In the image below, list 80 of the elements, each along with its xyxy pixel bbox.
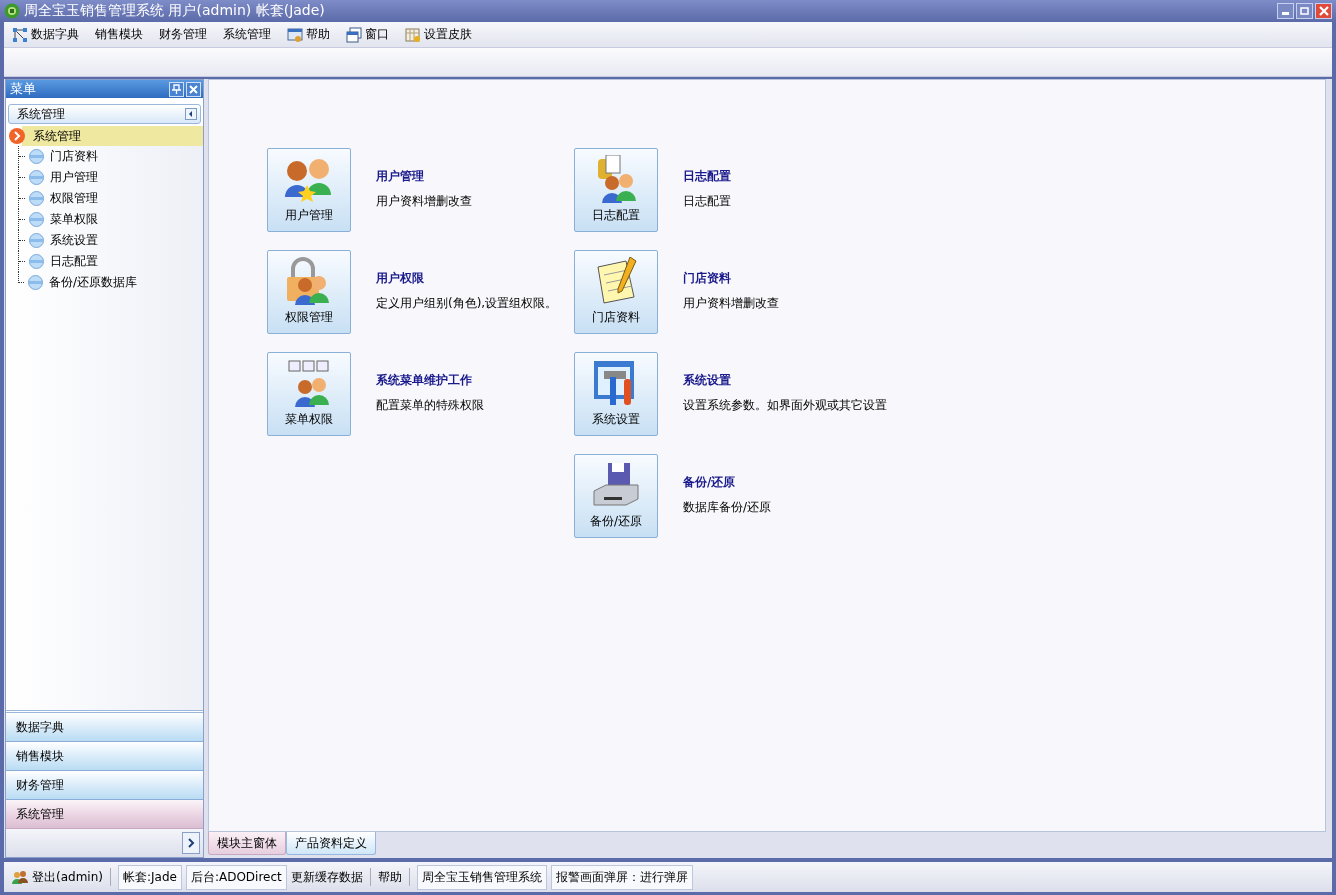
tree-item[interactable]: 权限管理: [48, 189, 100, 208]
nav-button[interactable]: 财务管理: [6, 771, 203, 800]
tree-item[interactable]: 用户管理: [48, 168, 100, 187]
network-icon: [12, 26, 28, 43]
module-button[interactable]: 菜单权限: [267, 352, 351, 436]
minimize-button[interactable]: [1277, 3, 1294, 19]
bullet-icon: [29, 170, 44, 185]
module-button[interactable]: 门店资料: [574, 250, 658, 334]
maximize-button[interactable]: [1296, 3, 1313, 19]
more-button[interactable]: [182, 832, 200, 854]
module-title[interactable]: 备份/还原: [683, 474, 772, 491]
collapse-icon[interactable]: [185, 108, 197, 120]
logout-link[interactable]: 登出(admin): [32, 868, 103, 886]
status-link[interactable]: 帮助: [377, 868, 402, 886]
close-icon: [189, 84, 198, 94]
module-button[interactable]: 备份/还原: [574, 454, 658, 538]
palette-icon: [405, 26, 421, 43]
bullet-icon: [29, 191, 44, 206]
tree-item[interactable]: 系统管理: [6, 126, 203, 146]
pin-button[interactable]: [169, 81, 184, 97]
menu-item[interactable]: 设置皮肤: [405, 26, 472, 43]
status-field: 周全宝玉销售管理系统: [416, 864, 547, 890]
tab[interactable]: 模块主窗体: [208, 832, 286, 855]
chevron-icon: [187, 838, 195, 848]
users-icon: [12, 869, 28, 885]
module-description: 用户资料增删改查: [376, 193, 472, 210]
bullet-icon: [29, 233, 44, 248]
close-icon: [1318, 6, 1329, 16]
tree-item[interactable]: 菜单权限: [48, 210, 100, 229]
module-button[interactable]: 权限管理: [267, 250, 351, 334]
module-title[interactable]: 系统菜单维护工作: [376, 372, 484, 389]
module-title[interactable]: 用户权限: [376, 270, 558, 287]
close-button[interactable]: [1315, 3, 1332, 19]
tab[interactable]: 产品资料定义: [286, 832, 376, 855]
menu-item[interactable]: 财务管理: [159, 26, 207, 43]
nav-button[interactable]: 系统管理: [6, 800, 203, 829]
tree-item[interactable]: 门店资料: [48, 147, 100, 166]
chevron-icon: [9, 128, 25, 144]
module-title[interactable]: 门店资料: [683, 270, 779, 287]
module-description: 日志配置: [683, 193, 731, 210]
menu-item[interactable]: 销售模块: [95, 26, 143, 43]
module-title[interactable]: 日志配置: [683, 168, 731, 185]
app-icon: [4, 3, 20, 19]
menu-item[interactable]: 窗口: [346, 26, 389, 43]
group-header[interactable]: 系统管理: [8, 104, 201, 124]
window-title: 周全宝玉销售管理系统 用户(admin) 帐套(Jade): [24, 2, 326, 20]
panel-title: 菜单: [10, 80, 37, 98]
tree-item[interactable]: 日志配置: [48, 252, 100, 271]
pin-icon: [172, 84, 181, 94]
module-button[interactable]: 用户管理: [267, 148, 351, 232]
module-title[interactable]: 系统设置: [683, 372, 887, 389]
nav-button[interactable]: 销售模块: [6, 742, 203, 771]
module-description: 数据库备份/还原: [683, 499, 772, 516]
maximize-icon: [1300, 6, 1309, 16]
help-icon: [287, 26, 303, 43]
status-field: 帐套:Jade: [117, 864, 182, 890]
minimize-icon: [1282, 12, 1289, 15]
module-title[interactable]: 用户管理: [376, 168, 472, 185]
menu-item[interactable]: 帮助: [287, 26, 330, 43]
module-button[interactable]: 日志配置: [574, 148, 658, 232]
close-button[interactable]: [186, 81, 201, 97]
bullet-icon: [29, 149, 44, 164]
status-field: 后台:ADODirect: [185, 864, 287, 890]
tree-item[interactable]: 系统设置: [48, 231, 100, 250]
module-description: 配置菜单的特殊权限: [376, 397, 484, 414]
module-description: 设置系统参数。如界面外观或其它设置: [683, 397, 887, 414]
tree-item[interactable]: 备份/还原数据库: [47, 273, 140, 292]
module-button[interactable]: 系统设置: [574, 352, 658, 436]
status-field: 报警画面弹屏：进行弹屏: [550, 864, 693, 890]
window-icon: [346, 26, 362, 43]
bullet-icon: [29, 212, 44, 227]
bullet-icon: [29, 254, 44, 269]
module-description: 用户资料增删改查: [683, 295, 779, 312]
status-link[interactable]: 更新缓存数据: [290, 868, 363, 886]
nav-button[interactable]: 数据字典: [6, 713, 203, 742]
menu-item[interactable]: 系统管理: [223, 26, 271, 43]
menu-item[interactable]: 数据字典: [12, 26, 79, 43]
bullet-icon: [28, 275, 43, 290]
module-description: 定义用户组别(角色),设置组权限。: [376, 295, 558, 312]
disk-drive-icon: [590, 461, 642, 509]
